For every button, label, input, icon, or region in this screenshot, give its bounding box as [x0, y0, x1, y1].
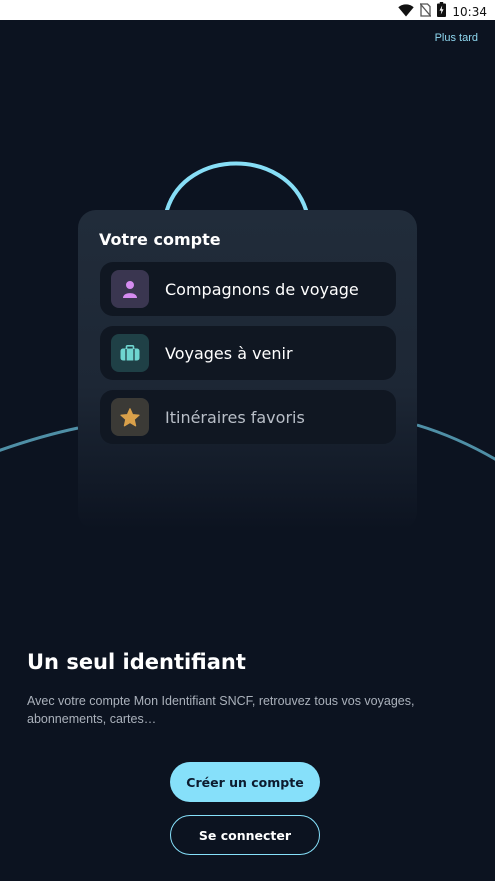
create-account-button[interactable]: Créer un compte: [170, 762, 320, 802]
no-sim-icon: [419, 2, 432, 21]
wifi-icon: [398, 2, 415, 21]
battery-charging-icon: [437, 2, 447, 21]
page-title: Un seul identifiant: [27, 650, 246, 674]
later-link[interactable]: Plus tard: [435, 32, 478, 44]
status-icons: 10:34: [398, 2, 487, 21]
card-item-label: Itinéraires favoris: [165, 407, 305, 427]
star-icon: [111, 398, 149, 436]
suitcase-icon: [111, 334, 149, 372]
card-item-upcoming-trips[interactable]: Voyages à venir: [100, 326, 396, 380]
login-button[interactable]: Se connecter: [170, 815, 320, 855]
card-item-label: Voyages à venir: [165, 343, 293, 363]
card-title: Votre compte: [99, 230, 221, 249]
card-item-companions[interactable]: Compagnons de voyage: [100, 262, 396, 316]
status-time: 10:34: [452, 4, 487, 19]
account-card: Votre compte Compagnons de voyage Voyage…: [78, 210, 417, 530]
card-item-label: Compagnons de voyage: [165, 279, 359, 299]
page-description: Avec votre compte Mon Identifiant SNCF, …: [27, 694, 415, 726]
person-icon: [111, 270, 149, 308]
onboarding-screen: 10:34 Plus tard Votre compte Compagnons …: [0, 0, 495, 881]
card-item-favorite-routes[interactable]: Itinéraires favoris: [100, 390, 396, 444]
status-bar: 10:34: [0, 0, 495, 20]
